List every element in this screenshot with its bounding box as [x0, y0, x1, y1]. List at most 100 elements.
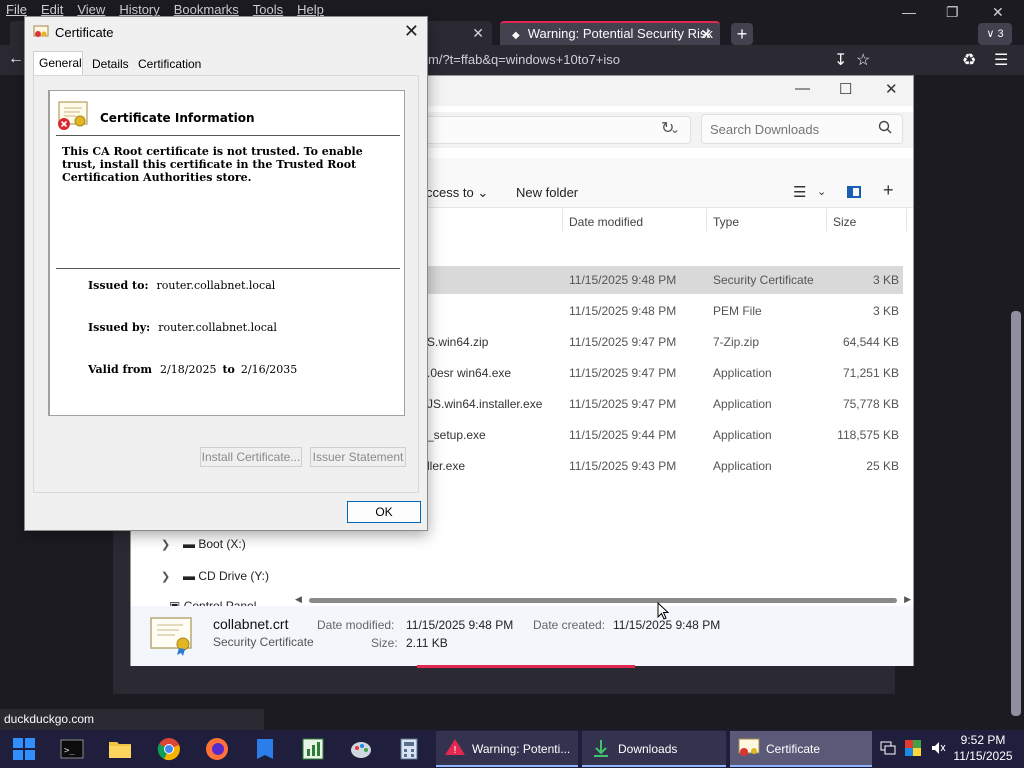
view-list-icon[interactable]: ☰	[793, 183, 806, 201]
volume-muted-icon[interactable]	[930, 740, 946, 756]
browser-minimize-icon[interactable]: —	[902, 4, 916, 20]
explorer-maximize-icon[interactable]: ☐	[839, 80, 852, 98]
certificate-file-icon	[150, 617, 192, 656]
dialog-title: Certificate	[55, 25, 114, 40]
nav-label: CD Drive (Y:)	[198, 569, 270, 583]
file-row[interactable]: JS.win64.installer.exe 11/15/2025 9:47 P…	[427, 390, 903, 418]
scrollbar-thumb[interactable]	[309, 598, 897, 603]
chrome-icon[interactable]	[157, 737, 181, 761]
vertical-scrollbar[interactable]	[1011, 311, 1021, 716]
chevron-right-icon[interactable]: ❯	[161, 570, 170, 583]
column-divider[interactable]	[706, 209, 707, 231]
valid-to-label: to	[222, 363, 235, 376]
file-row[interactable]: _setup.exe 11/15/2025 9:44 PM Applicatio…	[427, 421, 903, 449]
column-size[interactable]: Size	[833, 215, 856, 229]
tab-certification-path[interactable]: Certification Path	[133, 53, 206, 93]
firefox-icon[interactable]	[205, 737, 229, 761]
file-type: Application	[713, 428, 772, 442]
trust-warning-text: This CA Root certificate is not trusted.…	[62, 145, 363, 184]
clock-date: 11/15/2025	[953, 749, 1013, 763]
scroll-right-icon[interactable]: ▶	[904, 594, 911, 605]
hamburger-menu-icon[interactable]: ☰	[994, 50, 1008, 70]
terminal-icon[interactable]: >_	[60, 737, 84, 761]
downloads-icon[interactable]: ↧	[834, 50, 847, 70]
file-row[interactable]: .0esr win64.exe 11/15/2025 9:47 PM Appli…	[427, 359, 903, 387]
clock-time: 9:52 PM	[960, 733, 1006, 747]
nav-item-boot-drive[interactable]: ▬ Boot (X:)	[183, 537, 246, 551]
windows-start-icon[interactable]	[12, 737, 36, 761]
column-divider[interactable]	[562, 209, 563, 231]
scroll-left-icon[interactable]: ◀	[295, 594, 302, 605]
display-settings-icon[interactable]	[905, 740, 921, 756]
divider	[56, 268, 400, 269]
date-modified-label: Date modified:	[317, 618, 395, 632]
explorer-close-icon[interactable]: ✕	[885, 80, 898, 98]
column-divider[interactable]	[906, 209, 907, 231]
url-bar[interactable]: m/?t=ffab&q=windows+10to7+iso	[428, 52, 620, 67]
tab-general[interactable]: General	[33, 51, 83, 75]
nav-item-cd-drive[interactable]: ▬ CD Drive (Y:)	[183, 569, 269, 583]
issuer-statement-button[interactable]: Issuer Statement	[310, 447, 406, 467]
close-icon[interactable]: ✕	[404, 21, 419, 42]
firefox-warning-icon: !	[445, 739, 465, 756]
taskbar-task-firefox[interactable]: ! Warning: Potenti...	[436, 731, 578, 767]
tab-list-button[interactable]: ∨ 3	[978, 23, 1012, 45]
give-access-button[interactable]: ccess to ⌄	[426, 185, 488, 201]
address-bar[interactable]: ⌄	[411, 116, 691, 144]
search-input[interactable]	[710, 122, 870, 137]
taskbar-clock[interactable]: 9:52 PM 11/15/2025	[946, 732, 1020, 764]
ok-button[interactable]: OK	[347, 501, 421, 523]
new-tab-icon[interactable]: +	[731, 23, 753, 45]
size-value: 2.11 KB	[406, 636, 448, 650]
general-tab-panel: Certificate Information This CA Root cer…	[33, 75, 419, 493]
add-icon[interactable]: +	[883, 180, 894, 201]
paint-app-icon[interactable]	[349, 737, 373, 761]
search-box[interactable]	[701, 114, 903, 144]
file-type: Security Certificate	[713, 273, 814, 287]
file-date: 11/15/2025 9:48 PM	[569, 304, 677, 318]
tab-close-icon[interactable]: ✕	[472, 21, 484, 45]
browser-tab-active[interactable]: ◆ Warning: Potential Security Risk ✕	[500, 21, 720, 45]
progress-accent-bar	[417, 665, 635, 668]
explorer-minimize-icon[interactable]: —	[795, 80, 810, 97]
network-icon[interactable]	[880, 740, 896, 756]
bookmark-star-icon[interactable]: ☆	[856, 50, 870, 70]
back-icon[interactable]: ←	[8, 50, 24, 68]
file-row[interactable]: S.win64.zip 11/15/2025 9:47 PM 7-Zip.zip…	[427, 328, 903, 356]
preview-pane-icon[interactable]	[847, 186, 861, 198]
tab-close-icon[interactable]: ✕	[700, 23, 712, 45]
task-label: Downloads	[618, 742, 678, 756]
column-divider[interactable]	[826, 209, 827, 231]
calculator-icon[interactable]	[397, 737, 421, 761]
file-size: 75,778 KB	[842, 397, 899, 411]
details-file-type: Security Certificate	[213, 635, 314, 649]
download-arrow-icon	[594, 740, 608, 757]
warning-icon: ◆	[512, 30, 520, 41]
file-type: Application	[713, 459, 772, 473]
tab-title: Warning: Potential Security Risk	[527, 26, 713, 41]
search-icon[interactable]	[878, 120, 892, 134]
new-folder-button[interactable]: New folder	[516, 185, 578, 200]
install-certificate-button[interactable]: Install Certificate...	[200, 447, 302, 467]
navigation-pane: ❯ ▬ Boot (X:) ❯ ▬ CD Drive (Y:) ▣ Contro…	[131, 526, 286, 607]
issued-by-field: Issued by: router.collabnet.local	[88, 321, 277, 334]
taskbar-task-downloads[interactable]: Downloads	[582, 731, 726, 767]
spreadsheet-icon[interactable]	[301, 737, 325, 761]
column-date-modified[interactable]: Date modified	[569, 215, 643, 229]
file-date: 11/15/2025 9:47 PM	[569, 335, 677, 349]
notes-app-icon[interactable]	[253, 737, 277, 761]
chevron-right-icon[interactable]: ❯	[161, 538, 170, 551]
column-type[interactable]: Type	[713, 215, 739, 229]
file-row[interactable]: ller.exe 11/15/2025 9:43 PM Application …	[427, 452, 903, 480]
certificate-info-heading: Certificate Information	[100, 111, 255, 125]
tab-details[interactable]: Details	[87, 53, 134, 75]
chevron-down-icon[interactable]: ⌄	[817, 185, 826, 198]
extensions-icon[interactable]: ♻	[962, 50, 976, 70]
refresh-icon[interactable]: ↻	[661, 118, 674, 138]
file-row[interactable]: 11/15/2025 9:48 PM PEM File 3 KB	[427, 297, 903, 325]
file-explorer-icon[interactable]	[108, 737, 132, 761]
file-row[interactable]: 11/15/2025 9:48 PM Security Certificate …	[427, 266, 903, 294]
taskbar-task-certificate[interactable]: Certificate	[730, 731, 872, 767]
horizontal-scrollbar[interactable]: ◀ ▶	[291, 594, 913, 605]
validity-field: Valid from 2/18/2025 to 2/16/2035	[88, 363, 297, 376]
